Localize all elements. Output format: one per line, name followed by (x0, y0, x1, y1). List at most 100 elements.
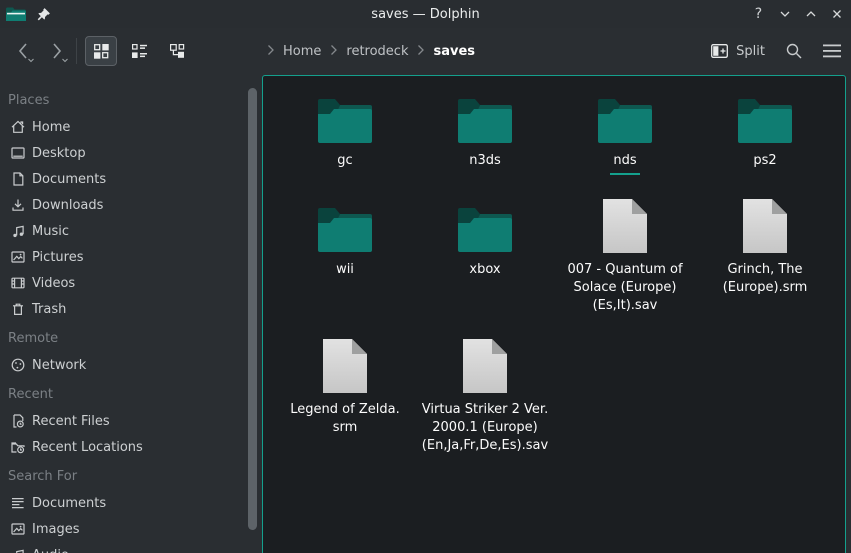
sidebar-item-music[interactable]: Music (0, 218, 260, 244)
file-item-virtua-striker-2-ver-2000-1-europe-en-ja-fr-de-es-sav[interactable]: Virtua Striker 2 Ver.2000.1 (Europe)(En,… (415, 335, 555, 455)
icons-view-button[interactable] (85, 36, 117, 66)
breadcrumb-item-retrodeck[interactable]: retrodeck (346, 44, 408, 59)
sidebar-item-label: Pictures (32, 250, 83, 265)
item-label: xbox (469, 261, 500, 279)
sidebar-item-downloads[interactable]: Downloads (0, 192, 260, 218)
item-icon-box (317, 86, 373, 144)
maximize-button[interactable] (802, 6, 819, 23)
item-icon-box (457, 195, 513, 253)
tree-view-button[interactable] (161, 36, 193, 66)
file-item-007-quantum-of-solace-europe-es-it-sav[interactable]: 007 - Quantum ofSolace (Europe)(Es,It).s… (555, 195, 695, 315)
forward-button[interactable] (44, 37, 70, 65)
sidebar-item-home[interactable]: Home (0, 114, 260, 140)
item-label: 007 - Quantum ofSolace (Europe)(Es,It).s… (567, 261, 682, 315)
sidebar-item-label: Home (32, 120, 70, 135)
folder-icon (737, 96, 793, 144)
item-label-line: nds (610, 152, 639, 175)
sidebar-item-pictures[interactable]: Pictures (0, 244, 260, 270)
icons-view-icon (93, 43, 109, 59)
split-button-label: Split (736, 44, 765, 59)
sidebar-item-label: Downloads (32, 198, 103, 213)
folder-icon (457, 205, 513, 253)
sidebar-item-recent-files[interactable]: Recent Files (0, 408, 260, 434)
hamburger-menu-icon (823, 44, 841, 58)
item-label: Virtua Striker 2 Ver.2000.1 (Europe)(En,… (422, 401, 548, 455)
sidebar-item-recent-locations[interactable]: Recent Locations (0, 434, 260, 460)
sidebar-item-label: Desktop (32, 146, 86, 161)
help-button[interactable]: ? (750, 6, 767, 23)
folder-item-ps2[interactable]: ps2 (695, 86, 835, 175)
music-note-icon (10, 547, 26, 553)
file-item-grinch-the-europe-srm[interactable]: Grinch, The(Europe).srm (695, 195, 835, 315)
breadcrumb-chevron-icon (325, 44, 342, 58)
sidebar-item-audio[interactable]: Audio (0, 542, 260, 553)
item-icon-box (323, 335, 367, 393)
close-button[interactable] (828, 6, 845, 23)
item-label: n3ds (469, 152, 501, 170)
sidebar-scrollbar[interactable] (248, 88, 257, 530)
folder-item-nds[interactable]: nds (555, 86, 695, 175)
item-label-line: 007 - Quantum of (567, 261, 682, 279)
breadcrumb-chevron-icon (412, 44, 429, 58)
sidebar-item-documents[interactable]: Documents (0, 166, 260, 192)
folder-item-gc[interactable]: gc (275, 86, 415, 175)
sidebar-item-images[interactable]: Images (0, 516, 260, 542)
sidebar-item-videos[interactable]: Videos (0, 270, 260, 296)
minimize-button[interactable] (776, 6, 793, 23)
pin-icon[interactable] (36, 7, 51, 22)
file-grid: gc n3ds nds ps2 wii xbox 007 - Quantum o… (263, 76, 845, 455)
sidebar-item-label: Recent Locations (32, 440, 143, 455)
network-icon (10, 357, 26, 373)
sidebar-item-label: Recent Files (32, 414, 110, 429)
places-panel: PlacesHomeDesktopDocumentsDownloadsMusic… (0, 74, 260, 553)
toolbar: Home retrodeck saves Split (0, 28, 851, 74)
folder-icon (597, 96, 653, 144)
sidebar-item-desktop[interactable]: Desktop (0, 140, 260, 166)
tree-view-icon (169, 43, 185, 59)
breadcrumb: Home retrodeck saves (262, 28, 475, 74)
back-button[interactable] (10, 37, 36, 65)
file-icon (603, 199, 647, 253)
dolphin-app-icon (6, 6, 26, 22)
folder-icon (457, 96, 513, 144)
search-button[interactable] (785, 42, 803, 60)
toolbar-right: Split (711, 28, 841, 74)
split-button[interactable]: Split (711, 44, 765, 59)
item-icon-box (603, 195, 647, 253)
sidebar-item-label: Documents (32, 172, 106, 187)
breadcrumb-chevron-icon (262, 44, 279, 58)
item-icon-box (317, 195, 373, 253)
item-label-line: ps2 (753, 152, 776, 170)
split-view-icon (711, 44, 728, 58)
item-label-line: (Es,It).sav (567, 297, 682, 315)
file-item-legend-of-zelda-srm[interactable]: Legend of Zelda.srm (275, 335, 415, 455)
folder-icon (317, 96, 373, 144)
sidebar-item-documents[interactable]: Documents (0, 490, 260, 516)
breadcrumb-item-home[interactable]: Home (283, 44, 321, 59)
sidebar-item-label: Network (32, 358, 86, 373)
folder-view[interactable]: gc n3ds nds ps2 wii xbox 007 - Quantum o… (262, 75, 846, 553)
dolphin-window: saves — Dolphin ? (0, 0, 851, 553)
folder-item-wii[interactable]: wii (275, 195, 415, 315)
item-label: nds (610, 152, 639, 175)
recent-file-icon (10, 413, 26, 429)
details-view-button[interactable] (123, 36, 155, 66)
item-label-line: Solace (Europe) (567, 279, 682, 297)
document-icon (10, 171, 26, 187)
folder-item-n3ds[interactable]: n3ds (415, 86, 555, 175)
breadcrumb-item-saves[interactable]: saves (433, 44, 475, 59)
sidebar-item-label: Images (32, 522, 80, 537)
sidebar-item-label: Music (32, 224, 69, 239)
item-icon-box (463, 335, 507, 393)
item-label-line: n3ds (469, 152, 501, 170)
folder-item-xbox[interactable]: xbox (415, 195, 555, 315)
item-icon-box (457, 86, 513, 144)
item-label-line: xbox (469, 261, 500, 279)
sidebar-item-network[interactable]: Network (0, 352, 260, 378)
sidebar-item-trash[interactable]: Trash (0, 296, 260, 322)
sidebar-item-label: Audio (32, 548, 69, 553)
item-label-line: wii (336, 261, 354, 279)
menu-button[interactable] (823, 44, 841, 58)
sidebar-section-remote: Remote (0, 326, 260, 352)
item-label: Legend of Zelda.srm (290, 401, 399, 437)
